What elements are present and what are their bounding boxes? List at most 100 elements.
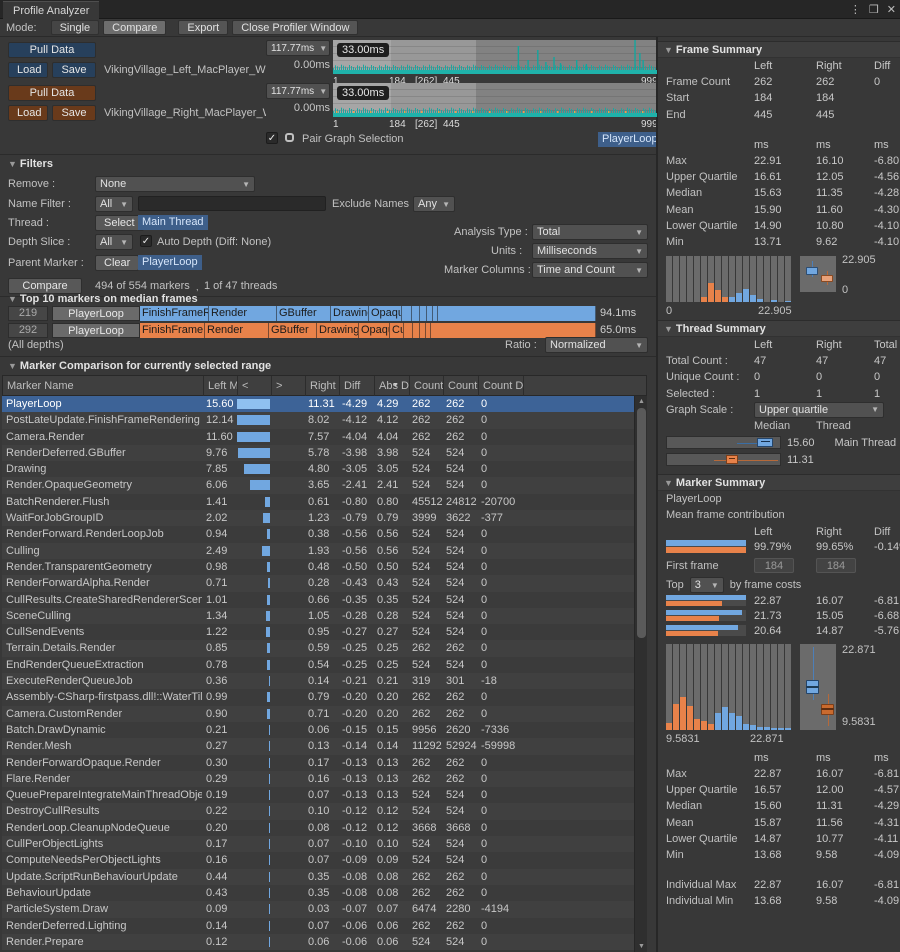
col-left-bar[interactable]: < xyxy=(237,376,271,397)
top10-segment[interactable]: Render xyxy=(205,323,269,338)
top10-segment[interactable]: GBuffer xyxy=(277,306,331,321)
table-scrollbar[interactable]: ▲ ▼ xyxy=(634,396,647,952)
table-row[interactable]: ComputeNeedsPerObjectLights0.160.07-0.09… xyxy=(2,852,647,868)
left-range-dropdown[interactable]: 117.77ms▼ xyxy=(266,40,330,56)
table-row[interactable]: CullSendEvents1.220.95-0.270.275245240 xyxy=(2,624,647,640)
top10-frame-index[interactable]: 219 xyxy=(8,306,48,321)
comparison-title[interactable]: ▼Marker Comparison for currently selecte… xyxy=(8,360,271,372)
top10-segment[interactable]: FinishFrameR xyxy=(140,323,205,338)
table-row[interactable]: PostLateUpdate.FinishFrameRendering12.14… xyxy=(2,412,647,428)
table-row[interactable]: EndRenderQueueExtraction0.780.54-0.250.2… xyxy=(2,657,647,673)
kebab-menu-icon[interactable]: ⋮ xyxy=(850,3,861,16)
depth-slice-dropdown[interactable]: All▼ xyxy=(95,234,133,250)
table-row[interactable]: RenderForwardOpaque.Render0.300.17-0.130… xyxy=(2,755,647,771)
col-right-bar[interactable]: > xyxy=(271,376,305,397)
maximize-icon[interactable]: ❒ xyxy=(869,3,879,16)
top10-marker-button[interactable]: PlayerLoop xyxy=(52,323,140,338)
frame-histogram[interactable] xyxy=(666,256,792,302)
name-filter-mode-dropdown[interactable]: All▼ xyxy=(95,196,133,212)
top10-segment[interactable]: FinishFrameRe xyxy=(140,306,209,321)
top10-segment[interactable] xyxy=(431,323,596,338)
left-frame-graph[interactable]: 33.00ms xyxy=(333,40,657,74)
name-filter-input[interactable] xyxy=(138,196,326,211)
marker-columns-dropdown[interactable]: Time and Count▼ xyxy=(532,262,648,278)
mode-single-button[interactable]: Single xyxy=(51,20,100,35)
top10-segment[interactable]: Drawing xyxy=(317,323,359,338)
marker-histogram[interactable] xyxy=(666,644,792,730)
load-right-button[interactable]: Load xyxy=(8,105,48,121)
close-profiler-button[interactable]: Close Profiler Window xyxy=(232,20,358,35)
scroll-up-icon[interactable]: ▲ xyxy=(635,398,648,405)
top10-segment[interactable] xyxy=(402,306,412,321)
table-row[interactable]: CullPerObjectLights0.170.07-0.100.105245… xyxy=(2,836,647,852)
mode-compare-button[interactable]: Compare xyxy=(103,20,166,35)
col-marker-name[interactable]: Marker Name xyxy=(3,376,203,397)
graph-selection-marker-label[interactable]: PlayerLoop xyxy=(598,132,662,147)
top10-segment[interactable] xyxy=(438,306,596,321)
thread-left-boxplot[interactable] xyxy=(666,436,781,449)
table-row[interactable]: Render.Mesh0.270.13-0.140.1411292252924-… xyxy=(2,738,647,754)
marker-summary-title[interactable]: ▼Marker Summary xyxy=(658,474,900,491)
top10-segment[interactable]: GBuffer xyxy=(269,323,317,338)
table-row[interactable]: DestroyCullResults0.220.10-0.120.1252452… xyxy=(2,803,647,819)
save-right-button[interactable]: Save xyxy=(52,105,96,121)
table-row[interactable]: Culling2.491.93-0.560.565245240 xyxy=(2,543,647,559)
units-dropdown[interactable]: Milliseconds▼ xyxy=(532,243,648,259)
comparison-header[interactable]: Marker Name Left Me < > Right M Diff ▼Ab… xyxy=(2,375,647,396)
col-right-median[interactable]: Right M xyxy=(305,376,339,397)
pair-graph-checkbox[interactable]: ✓ xyxy=(266,132,278,144)
top10-segment[interactable] xyxy=(404,323,413,338)
table-row[interactable]: Batch.DrawDynamic0.210.06-0.150.15995626… xyxy=(2,722,647,738)
ratio-dropdown[interactable]: Normalized▼ xyxy=(545,337,648,353)
table-row[interactable]: RenderForward.RenderLoopJob0.940.38-0.56… xyxy=(2,526,647,542)
table-row[interactable]: RenderForwardAlpha.Render0.710.28-0.430.… xyxy=(2,575,647,591)
top10-segment[interactable]: Opaqu xyxy=(369,306,402,321)
marker-boxplot[interactable] xyxy=(800,644,836,730)
top10-frame-index[interactable]: 292 xyxy=(8,323,48,338)
table-row[interactable]: Terrain.Details.Render0.850.59-0.250.252… xyxy=(2,640,647,656)
col-left-median[interactable]: Left Me xyxy=(203,376,237,397)
top10-segment[interactable]: Render xyxy=(209,306,277,321)
scroll-thumb[interactable] xyxy=(637,408,646,638)
table-row[interactable]: Camera.Render11.607.57-4.044.042622620 xyxy=(2,429,647,445)
table-row[interactable]: BehaviourUpdate0.430.35-0.080.082622620 xyxy=(2,885,647,901)
top-n-dropdown[interactable]: 3▼ xyxy=(690,577,724,593)
col-abs-diff[interactable]: ▼Abs Diff xyxy=(374,376,409,397)
col-count-right[interactable]: Count R xyxy=(443,376,478,397)
top10-segment[interactable]: Cu xyxy=(390,323,404,338)
pull-data-left-button[interactable]: Pull Data xyxy=(8,42,96,58)
parent-clear-button[interactable]: Clear xyxy=(95,255,139,271)
remove-dropdown[interactable]: None▼ xyxy=(95,176,255,192)
first-frame-right-button[interactable]: 184 xyxy=(816,558,856,573)
table-row[interactable]: Render.Prepare0.120.06-0.060.065245240 xyxy=(2,934,647,950)
table-row[interactable]: ExecuteRenderQueueJob0.360.14-0.210.2131… xyxy=(2,673,647,689)
top10-marker-button[interactable]: PlayerLoop xyxy=(52,306,140,321)
filters-title[interactable]: ▼Filters xyxy=(8,158,53,170)
table-row[interactable]: CullResults.CreateSharedRendererScene1.0… xyxy=(2,592,647,608)
table-row[interactable]: WaitForJobGroupID2.021.23-0.790.79399936… xyxy=(2,510,647,526)
top10-segment[interactable] xyxy=(413,323,420,338)
export-button[interactable]: Export xyxy=(178,20,228,35)
close-icon[interactable]: ✕ xyxy=(887,3,896,16)
table-row[interactable]: Render.OpaqueGeometry6.063.65-2.412.4152… xyxy=(2,477,647,493)
thread-select-button[interactable]: Select xyxy=(95,215,144,231)
table-row[interactable]: RenderDeferred.GBuffer9.765.78-3.983.985… xyxy=(2,445,647,461)
exclude-names-dropdown[interactable]: Any▼ xyxy=(413,196,455,212)
frame-boxplot[interactable] xyxy=(800,256,836,292)
top10-segment[interactable]: Opaqu xyxy=(359,323,390,338)
pull-data-right-button[interactable]: Pull Data xyxy=(8,85,96,101)
scroll-down-icon[interactable]: ▼ xyxy=(635,943,648,950)
analysis-type-dropdown[interactable]: Total▼ xyxy=(532,224,648,240)
table-row[interactable]: Render.TransparentGeometry0.980.48-0.500… xyxy=(2,559,647,575)
frame-summary-title[interactable]: ▼Frame Summary xyxy=(658,41,900,58)
table-row[interactable]: ParticleSystem.Draw0.090.03-0.070.076474… xyxy=(2,901,647,917)
table-row[interactable]: QueuePrepareIntegrateMainThreadObjects0.… xyxy=(2,787,647,803)
table-row[interactable]: Drawing7.854.80-3.053.055245240 xyxy=(2,461,647,477)
thread-right-boxplot[interactable] xyxy=(666,453,781,466)
table-row[interactable]: RenderDeferred.Lighting0.140.07-0.060.06… xyxy=(2,918,647,934)
graph-scale-dropdown[interactable]: Upper quartile▼ xyxy=(754,402,884,418)
col-count-delta[interactable]: Count D xyxy=(478,376,523,397)
col-diff[interactable]: Diff xyxy=(339,376,374,397)
col-count-left[interactable]: Count L xyxy=(409,376,443,397)
table-row[interactable]: Camera.CustomRender0.900.71-0.200.202622… xyxy=(2,706,647,722)
